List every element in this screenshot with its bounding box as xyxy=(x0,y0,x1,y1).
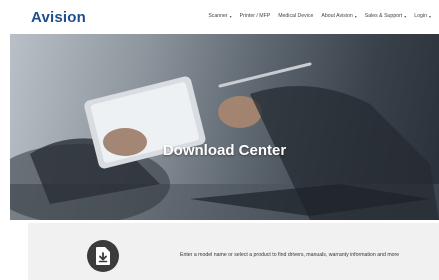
file-download-glyph xyxy=(96,247,110,265)
nav-item-medical-device[interactable]: Medical Device xyxy=(278,13,313,19)
nav-item-login[interactable]: Login ▾ xyxy=(414,13,431,19)
page-title: Download Center xyxy=(162,142,287,159)
chevron-down-icon: ▾ xyxy=(354,13,357,19)
nav-item-sales-support[interactable]: Sales & Support ▾ xyxy=(365,13,407,19)
nav-item-printer-mfp[interactable]: Printer / MFP xyxy=(240,13,271,19)
nav-label: Medical Device xyxy=(278,13,314,19)
download-file-icon xyxy=(87,240,119,272)
nav-label: Sales & Support xyxy=(364,13,403,19)
nav-label: About Avision xyxy=(321,13,353,19)
site-header: Avision Scanner ▾ Printer / MFP Medical … xyxy=(0,0,439,34)
download-prompt-text: Enter a model name or select a product t… xyxy=(180,252,400,258)
nav-item-scanner[interactable]: Scanner ▾ xyxy=(208,13,231,19)
avision-logo[interactable]: Avision xyxy=(31,9,86,26)
chevron-down-icon: ▾ xyxy=(404,13,407,19)
nav-item-about-avision[interactable]: About Avision ▾ xyxy=(321,13,356,19)
chevron-down-icon: ▾ xyxy=(428,13,431,19)
hero-photo-illustration xyxy=(10,62,439,220)
chevron-down-icon: ▾ xyxy=(229,13,232,19)
main-nav: Scanner ▾ Printer / MFP Medical Device A… xyxy=(208,13,431,19)
nav-label: Login xyxy=(414,13,427,19)
nav-label: Printer / MFP xyxy=(239,13,271,19)
hero-banner: Download Center xyxy=(10,34,439,220)
nav-label: Scanner xyxy=(208,13,228,19)
